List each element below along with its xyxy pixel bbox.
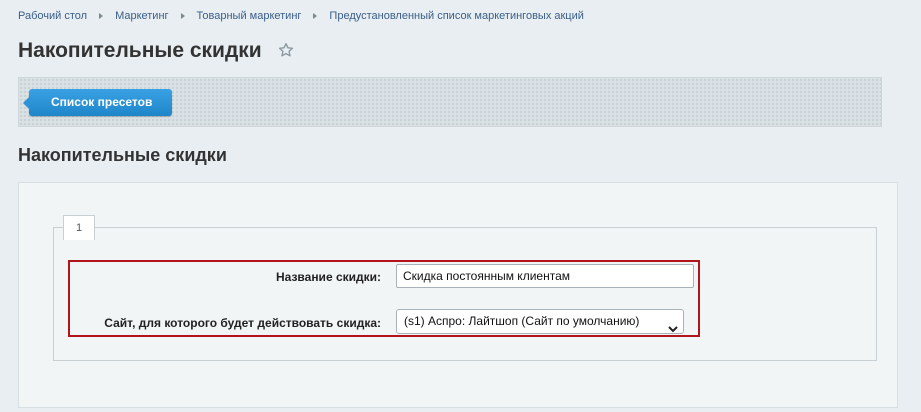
breadcrumb-item-marketing[interactable]: Маркетинг — [115, 10, 168, 22]
section-title: Накопительные скидки — [18, 145, 227, 165]
breadcrumb-item-presets-list[interactable]: Предустановленный список маркетинговых а… — [329, 10, 583, 22]
breadcrumb-separator-icon — [180, 13, 185, 19]
breadcrumb-item-desktop[interactable]: Рабочий стол — [18, 10, 87, 22]
page-title-row: Накопительные скидки — [18, 38, 294, 64]
form-panel: 1 Название скидки: Сайт, для которого бу… — [18, 182, 898, 408]
discount-name-input[interactable] — [396, 264, 694, 288]
toolbar: Список пресетов — [18, 77, 882, 127]
tab-1[interactable]: 1 — [63, 215, 95, 240]
star-icon[interactable] — [278, 40, 294, 64]
discount-name-label: Название скидки: — [275, 270, 381, 284]
breadcrumb-item-product-marketing[interactable]: Товарный маркетинг — [197, 10, 302, 22]
site-select[interactable]: (s1) Аспро: Лайтшоп (Сайт по умолчанию) — [396, 309, 684, 334]
breadcrumb-separator-icon — [313, 13, 318, 19]
breadcrumb: Рабочий стол Маркетинг Товарный маркетин… — [18, 10, 584, 22]
page-title: Накопительные скидки — [18, 39, 262, 62]
breadcrumb-separator-icon — [99, 13, 104, 19]
site-select-value: (s1) Аспро: Лайтшоп (Сайт по умолчанию) — [404, 314, 640, 328]
site-label: Сайт, для которого будет действовать ски… — [104, 316, 381, 330]
presets-list-button[interactable]: Список пресетов — [22, 89, 173, 116]
chevron-down-icon — [668, 318, 678, 341]
